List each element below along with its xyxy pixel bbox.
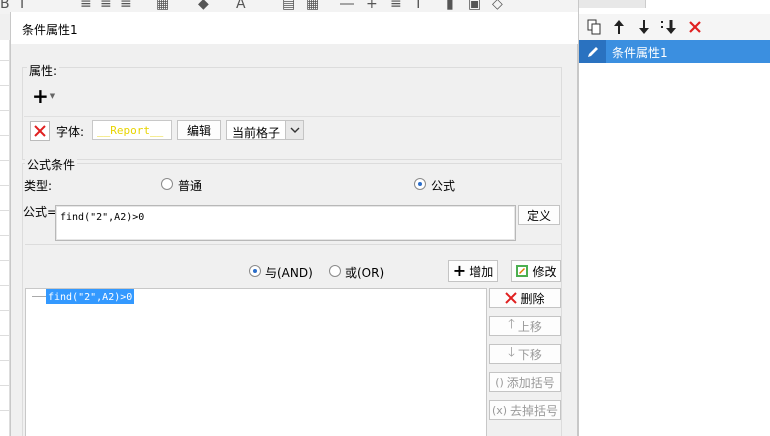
dialog-title-bar: 条件属性1 [11, 12, 579, 44]
font-preview: __Report__ [92, 120, 172, 140]
remove-bracket-icon: (x) [491, 403, 508, 417]
scope-select[interactable]: 当前格子 [226, 120, 304, 140]
properties-group [22, 67, 562, 160]
align-center-icon: ≡ [100, 0, 112, 12]
or-label: 或(OR) [345, 266, 385, 280]
close-icon [505, 292, 518, 304]
table-icon: ▦ [306, 0, 320, 12]
add-bracket-button[interactable]: () 添加括号 [489, 372, 561, 392]
move-up-tool-button[interactable] [609, 17, 629, 37]
edit-font-button[interactable]: 编辑 [177, 120, 221, 140]
line-icon: ― [340, 0, 354, 12]
add-condition-button-label: 增加 [469, 264, 494, 279]
radio-icon [161, 178, 173, 190]
font-color-icon: A [236, 0, 246, 12]
separator [25, 244, 561, 245]
condition-list[interactable]: find("2",A2)>0 [25, 288, 487, 436]
list-icon: ≡ [390, 0, 402, 12]
condition-list-item-text: find("2",A2)>0 [48, 292, 133, 303]
shape-icon: ◇ [492, 0, 503, 12]
bracket-icon: () [495, 375, 504, 389]
font-preview-text: __Report__ [97, 124, 164, 137]
or-radio[interactable]: 或(OR) [329, 263, 399, 280]
chart-icon: ▮ [446, 0, 454, 12]
border-icon: ▦ [156, 0, 170, 12]
move-down-button-label: 下移 [517, 347, 542, 362]
delete-condition-button-label: 删除 [520, 291, 545, 306]
move-up-button-label: 上移 [517, 319, 542, 334]
formula-label: 公式= [23, 205, 58, 219]
radio-icon [329, 265, 341, 277]
delete-condition-button[interactable]: 删除 [489, 288, 561, 308]
condition-list-item[interactable]: find("2",A2)>0 [46, 289, 135, 304]
panel-list-item-label: 条件属性1 [612, 46, 668, 60]
image-icon: ▣ [468, 0, 482, 12]
panel-toolbar [579, 14, 770, 40]
formula-input[interactable]: find("2",A2)>0 [55, 205, 516, 241]
copy-button[interactable] [584, 17, 604, 37]
tree-line [32, 296, 46, 297]
arrow-down-icon [639, 20, 649, 34]
radio-selected-icon [249, 265, 261, 277]
close-icon [34, 125, 46, 137]
panel-tab-input [645, 0, 770, 8]
move-down-button[interactable]: 🡓 下移 [489, 344, 561, 364]
modify-condition-button-label: 修改 [532, 264, 557, 279]
type-formula-radio[interactable]: 公式 [414, 176, 484, 193]
modify-icon [516, 265, 529, 277]
modify-condition-button[interactable]: 修改 [511, 260, 561, 282]
edit-font-button-label: 编辑 [186, 123, 211, 138]
remove-bracket-button-label: 去掉括号 [510, 403, 559, 418]
spreadsheet-edge [0, 40, 10, 436]
grid-icon: ▤ [282, 0, 296, 12]
type-normal-label: 普通 [178, 179, 203, 193]
define-button[interactable]: 定义 [518, 205, 560, 225]
italic-icon: I [20, 0, 25, 12]
chevron-down-icon [285, 121, 303, 139]
formula-input-value: find("2",A2)>0 [60, 212, 145, 223]
scope-select-value: 当前格子 [232, 126, 281, 140]
add-bracket-button-label: 添加括号 [506, 375, 555, 390]
delete-tool-button[interactable] [685, 17, 705, 37]
arrow-up-icon: 🡑 [508, 317, 515, 332]
close-icon [689, 21, 701, 33]
font-label: 字体: [56, 125, 85, 139]
text-icon: T [414, 0, 423, 12]
arrow-down-icon: 🡓 [508, 345, 515, 360]
type-normal-radio[interactable]: 普通 [161, 176, 231, 193]
dialog-title: 条件属性1 [22, 23, 78, 37]
pencil-icon [579, 40, 606, 63]
properties-group-label: 属性: [27, 62, 60, 79]
move-down-tool-button[interactable] [634, 17, 654, 37]
radio-selected-icon [414, 178, 426, 190]
plus-icon: + [366, 0, 378, 12]
align-left-icon: ≡ [80, 0, 92, 12]
move-bottom-icon [661, 20, 676, 34]
type-formula-label: 公式 [431, 179, 456, 193]
add-property-button[interactable]: + ▼ [32, 86, 62, 106]
dropdown-arrow-icon: ▼ [49, 92, 56, 100]
arrow-up-icon [614, 20, 624, 34]
copy-icon [587, 19, 601, 35]
plus-icon: + [452, 261, 467, 280]
plus-icon: + [32, 84, 49, 108]
remove-property-button[interactable] [30, 121, 50, 141]
condition-properties-dialog: 条件属性1 属性: + ▼ 字体: __Report__ 编辑 当前格子 公式条… [10, 12, 579, 436]
panel-list-item-selected[interactable]: 条件属性1 [579, 40, 770, 63]
move-bottom-tool-button[interactable] [659, 17, 679, 37]
paint-icon: ◆ [198, 0, 209, 12]
and-radio[interactable]: 与(AND) [249, 263, 319, 280]
align-right-icon: ≡ [120, 0, 132, 12]
type-label: 类型: [24, 179, 53, 193]
formula-condition-group-label: 公式条件 [25, 156, 78, 173]
and-label: 与(AND) [265, 266, 313, 280]
move-up-button[interactable]: 🡑 上移 [489, 316, 561, 336]
add-condition-button[interactable]: + 增加 [448, 260, 498, 282]
condition-list-panel: 条件属性1 [578, 0, 770, 436]
define-button-label: 定义 [526, 208, 551, 223]
bold-icon: B [0, 0, 10, 12]
remove-bracket-button[interactable]: (x) 去掉括号 [489, 400, 561, 420]
